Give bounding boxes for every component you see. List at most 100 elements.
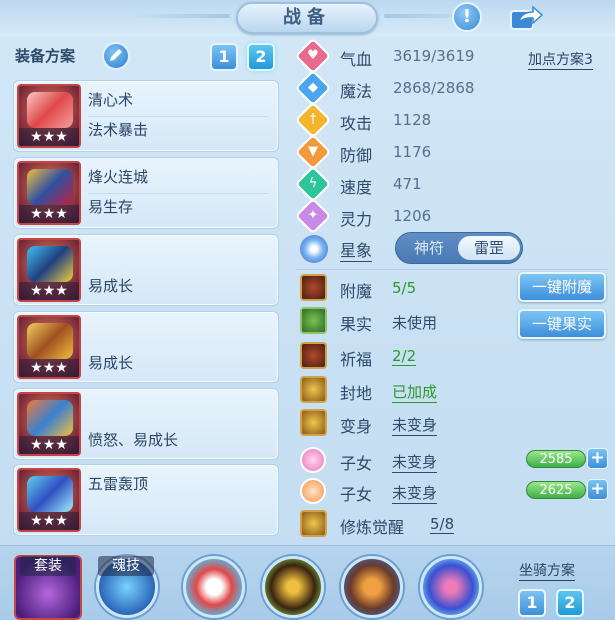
star-rating: ★★★: [19, 128, 79, 146]
equipment-trait: 法术暴击: [88, 121, 149, 139]
enchant-icon: [300, 274, 327, 301]
cultivation-icon: [300, 510, 327, 537]
equipment-trait: 易生存: [88, 198, 134, 216]
transform-icon: [300, 409, 327, 436]
cultivation-value[interactable]: 5/8: [430, 515, 455, 534]
divider: [88, 116, 268, 117]
star-rating: ★★★: [19, 205, 79, 223]
blessing-value[interactable]: 2/2: [392, 347, 417, 366]
child-power-bar-1: 2585: [526, 450, 586, 468]
equipment-icon: ★★★: [17, 161, 81, 225]
title-ornament-left: [130, 14, 230, 18]
divider: [296, 269, 608, 270]
child-power-bar-2: 2625: [526, 481, 586, 499]
attr-label: 魔法: [340, 82, 373, 101]
one-click-fruit-button[interactable]: 一键果实: [518, 309, 606, 339]
child-label: 子女: [340, 454, 373, 473]
equipment-icon: ★★★: [17, 392, 81, 456]
attr-value: 3619/3619: [393, 47, 475, 65]
fruit-row: 果实 未使用: [300, 307, 500, 335]
attr-speed: ϟ 速度 471: [294, 165, 520, 203]
transform-value[interactable]: 未变身: [392, 414, 438, 436]
equipment-slot-3[interactable]: ★★★ 易成长: [13, 234, 279, 306]
mount-plan-label: 坐骑方案: [519, 560, 575, 581]
equipment-trait: 易成长: [88, 277, 134, 295]
lotus-icon: [300, 447, 326, 473]
skill-slot-2[interactable]: [262, 556, 324, 618]
equipment-trait: 愤怒、易成长: [88, 431, 179, 449]
star-rating: ★★★: [19, 512, 79, 530]
pencil-icon: [110, 49, 122, 61]
mount-plan-2-button[interactable]: 2: [556, 589, 584, 617]
one-click-enchant-button[interactable]: 一键附魔: [518, 272, 606, 302]
equipment-slot-6[interactable]: ★★★ 五雷轰顶: [13, 464, 279, 536]
child-value[interactable]: 未变身: [392, 451, 438, 473]
equipment-icon: ★★★: [17, 84, 81, 148]
toggle-option-leigang[interactable]: 雷罡: [458, 236, 520, 260]
equipment-slot-1[interactable]: ★★★ 清心术 法术暴击: [13, 80, 279, 152]
child-value[interactable]: 未变身: [392, 482, 438, 504]
attr-label: 气血: [340, 50, 373, 69]
enchant-row: 附魔 5/5: [300, 274, 500, 302]
set-label: 套装: [20, 556, 76, 576]
equipment-plan-2-button[interactable]: 2: [247, 43, 275, 71]
attr-mp: ◆ 魔法 2868/2868: [294, 69, 520, 107]
constellation-icon: [300, 235, 328, 263]
constellation-label[interactable]: 星象: [340, 237, 373, 262]
equipment-slot-2[interactable]: ★★★ 烽火连城 易生存: [13, 157, 279, 229]
attr-attack: † 攻击 1128: [294, 101, 520, 139]
share-button[interactable]: [505, 2, 545, 32]
child-add-button-1[interactable]: +: [587, 448, 608, 469]
attr-hp: ♥ 气血 3619/3619: [294, 37, 520, 75]
attr-label: 灵力: [340, 210, 373, 229]
cultivation-row: 修炼觉醒 5/8: [300, 510, 520, 538]
ice-staff-art: [27, 92, 73, 128]
child-row-1: 子女 未变身: [300, 446, 500, 474]
equipment-plan-label: 装备方案: [15, 47, 76, 65]
mount-plan-1-button[interactable]: 1: [518, 589, 546, 617]
divider: [88, 193, 268, 194]
mana-icon: ◆: [294, 69, 332, 107]
constellation-toggle[interactable]: 神符 雷罡: [395, 232, 523, 264]
help-button[interactable]: !: [452, 2, 482, 32]
equipment-skill: 五雷轰顶: [88, 475, 149, 493]
shield-icon: ▼: [294, 133, 332, 171]
helmet-art: [27, 169, 73, 205]
equipment-icon: ★★★: [17, 315, 81, 379]
skill-slot-4[interactable]: [420, 556, 482, 618]
plus-icon: +: [590, 479, 605, 499]
sword-icon: †: [294, 101, 332, 139]
equipment-slot-4[interactable]: ★★★ 易成长: [13, 311, 279, 383]
toggle-option-shenfu[interactable]: 神符: [398, 236, 460, 260]
belt-art: [27, 400, 73, 436]
attr-label: 攻击: [340, 114, 373, 133]
star-rating: ★★★: [19, 282, 79, 300]
blessing-row: 祈福 2/2: [300, 342, 500, 370]
skill-slot-1[interactable]: [183, 556, 245, 618]
heart-icon: ♥: [294, 37, 332, 75]
child-label: 子女: [340, 485, 373, 504]
star-rating: ★★★: [19, 359, 79, 377]
blessing-icon: [300, 342, 327, 369]
attr-value: 1206: [393, 207, 432, 225]
star-rating: ★★★: [19, 436, 79, 454]
attr-value: 2868/2868: [393, 79, 475, 97]
child-icon: [300, 478, 326, 504]
equipment-plan-1-button[interactable]: 1: [210, 43, 238, 71]
attribute-plan-link[interactable]: 加点方案3: [528, 49, 593, 70]
equipment-icon: ★★★: [17, 238, 81, 302]
attr-label: 速度: [340, 178, 373, 197]
child-add-button-2[interactable]: +: [587, 479, 608, 500]
skill-slot-3[interactable]: [341, 556, 403, 618]
fruit-icon: [300, 307, 327, 334]
spirit-icon: ✦: [294, 197, 332, 235]
attr-defense: ▼ 防御 1176: [294, 133, 520, 171]
fruit-label: 果实: [340, 315, 373, 334]
fief-value[interactable]: 已加成: [392, 381, 438, 403]
edit-plan-button[interactable]: [102, 42, 130, 70]
fruit-value: 未使用: [392, 314, 438, 332]
necklace-art: [27, 246, 73, 282]
equipment-slot-5[interactable]: ★★★ 愤怒、易成长: [13, 388, 279, 460]
fief-label: 封地: [340, 384, 373, 403]
attr-label: 防御: [340, 146, 373, 165]
